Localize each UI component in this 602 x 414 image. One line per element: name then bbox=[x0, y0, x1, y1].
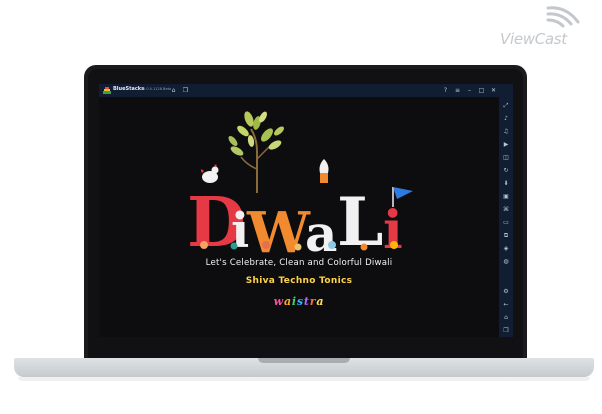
rooster-illustration bbox=[200, 164, 219, 183]
install-apk-icon[interactable]: ⬇ bbox=[501, 179, 511, 189]
brand-letter: a bbox=[316, 295, 325, 308]
back-icon[interactable]: ← bbox=[501, 300, 511, 310]
viewcast-watermark: ViewCast bbox=[500, 4, 596, 48]
eco-icon[interactable]: ◍ bbox=[501, 257, 511, 267]
laptop-notch bbox=[258, 358, 350, 363]
app-content: D i W a L i Let's Celebrate, Clean and C… bbox=[99, 97, 499, 337]
lantern-illustration bbox=[319, 159, 329, 183]
volume-down-icon[interactable]: ♫ bbox=[501, 127, 511, 137]
rotate-icon[interactable]: ↻ bbox=[501, 166, 511, 176]
home-icon[interactable]: ⌂ bbox=[169, 86, 178, 95]
brand-letter: a bbox=[283, 295, 292, 308]
wifi-logo-icon bbox=[546, 6, 580, 28]
emulator-window: BlueStacks 5.0.0.1128 Beta ⌂ ❐ ? ≡ – □ ✕ bbox=[99, 84, 513, 337]
bluestacks-logo-icon bbox=[103, 87, 111, 94]
fullscreen-icon[interactable]: ⤢ bbox=[501, 101, 511, 111]
minimize-icon[interactable]: – bbox=[465, 86, 474, 95]
multi-instance-icon[interactable]: ❐ bbox=[181, 86, 190, 95]
side-toolbar: ⤢ ♪ ♫ ▶ ◫ ↻ ⬇ ▣ ⌘ ▭ ⧉ ◈ ◍ ⚙ ← ⌂ ❐ bbox=[499, 97, 513, 337]
help-icon[interactable]: ? bbox=[441, 86, 450, 95]
settings-icon[interactable]: ⚙ bbox=[501, 287, 511, 297]
restore-icon[interactable]: □ bbox=[477, 86, 486, 95]
macro-icon[interactable]: ⌘ bbox=[501, 205, 511, 215]
media-icon[interactable]: ▣ bbox=[501, 192, 511, 202]
company-name: Shiva Techno Tonics bbox=[245, 276, 353, 286]
menu-icon[interactable]: ≡ bbox=[453, 86, 462, 95]
tagline: Let's Celebrate, Clean and Colorful Diwa… bbox=[205, 258, 393, 268]
volume-up-icon[interactable]: ♪ bbox=[501, 114, 511, 124]
home-icon[interactable]: ⌂ bbox=[501, 313, 511, 323]
folder-icon[interactable]: ▭ bbox=[501, 218, 511, 228]
app-name: BlueStacks bbox=[113, 86, 145, 92]
app-version: 5.0.0.1128 Beta bbox=[143, 87, 172, 91]
laptop-shadow bbox=[18, 377, 590, 381]
copy-icon[interactable]: ⧉ bbox=[501, 231, 511, 241]
screenshot-icon[interactable]: ◫ bbox=[501, 153, 511, 163]
video-icon[interactable]: ▶ bbox=[501, 140, 511, 150]
close-icon[interactable]: ✕ bbox=[489, 86, 498, 95]
characters-illustration bbox=[200, 241, 398, 251]
brand-name: waistra bbox=[99, 295, 499, 308]
brand-letter: r bbox=[309, 295, 317, 308]
brand-letter: w bbox=[273, 295, 284, 308]
watermark-text: ViewCast bbox=[500, 30, 567, 48]
brand-letter: s bbox=[296, 295, 304, 308]
recents-icon[interactable]: ❐ bbox=[501, 326, 511, 336]
layers-icon[interactable]: ◈ bbox=[501, 244, 511, 254]
tree-illustration bbox=[228, 111, 284, 193]
title-bar: BlueStacks 5.0.0.1128 Beta ⌂ ❐ ? ≡ – □ ✕ bbox=[99, 84, 513, 97]
